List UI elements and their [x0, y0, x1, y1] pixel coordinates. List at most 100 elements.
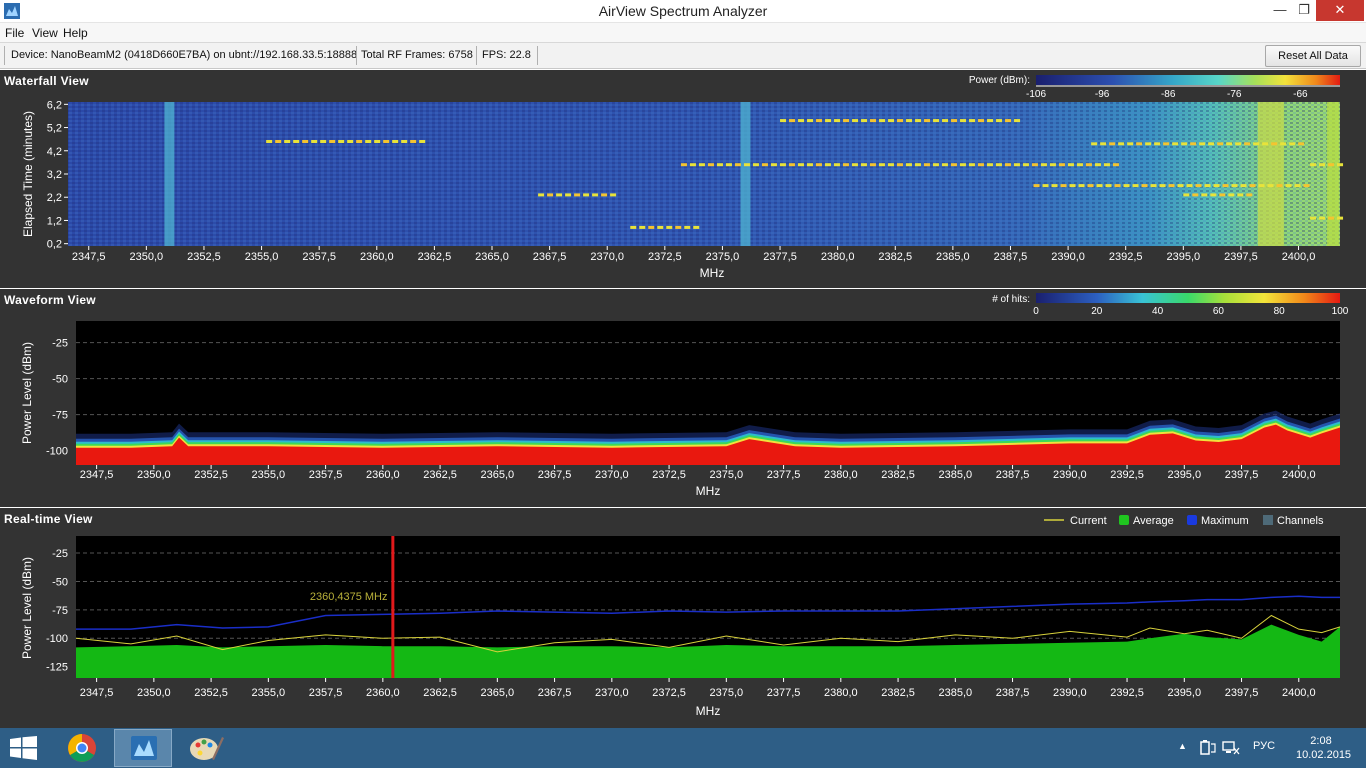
waterfall-hot-column [740, 102, 751, 246]
waterfall-signal-burst [675, 225, 682, 229]
hits-legend-tick: 100 [1332, 306, 1349, 317]
power-legend-tick: -76 [1227, 89, 1242, 100]
x-tick-label: 2397,5 [1224, 251, 1258, 263]
waterfall-signal-burst [906, 119, 913, 123]
waterfall-signal-burst [1177, 184, 1184, 188]
x-tick-label: 2372,5 [652, 469, 686, 481]
waterfall-signal-burst [1244, 142, 1251, 146]
waterfall-signal-burst [1328, 216, 1335, 220]
frequency-marker-label: 2360,4375 MHz [310, 591, 388, 603]
tray-expand-icon[interactable]: ▲ [1178, 741, 1187, 751]
legend-current[interactable]: Current [1070, 515, 1107, 527]
reset-all-data-button[interactable]: Reset All Data [1265, 45, 1361, 67]
minimize-button[interactable]: — [1268, 0, 1292, 21]
y-tick-label: 6,2 [47, 99, 62, 111]
waterfall-signal-burst [556, 193, 563, 197]
waterfall-signal-burst [798, 119, 805, 123]
waterfall-signal-burst [869, 163, 876, 167]
waterfall-signal-burst [547, 193, 554, 197]
waterfall-signal-burst [842, 163, 849, 167]
maximize-button[interactable]: ❐ [1292, 0, 1316, 21]
waterfall-signal-burst [365, 139, 372, 143]
waterfall-signal-burst [1190, 142, 1197, 146]
menu-help[interactable]: Help [63, 26, 88, 40]
waterfall-signal-burst [887, 163, 894, 167]
waterfall-signal-burst [329, 139, 336, 143]
taskbar-paint[interactable] [176, 729, 234, 767]
waterfall-signal-burst [1289, 142, 1296, 146]
x-tick-label: 2390,0 [1053, 687, 1087, 699]
waterfall-signal-burst [1103, 163, 1110, 167]
network-tray-icon[interactable] [1222, 740, 1240, 756]
waterfall-signal-burst [1141, 184, 1148, 188]
waterfall-signal-burst [1246, 193, 1253, 197]
taskbar-airview[interactable] [114, 729, 172, 767]
waterfall-signal-burst [1183, 193, 1190, 197]
x-tick-label: 2355,0 [252, 469, 286, 481]
waterfall-signal-burst [410, 139, 417, 143]
x-tick-label: 2355,0 [252, 687, 286, 699]
y-tick-label: -50 [52, 576, 68, 588]
waterfall-signal-burst [1049, 163, 1056, 167]
waterfall-signal-burst [861, 119, 868, 123]
waterfall-signal-burst [266, 139, 273, 143]
waterfall-signal-burst [959, 163, 966, 167]
close-button[interactable]: ✕ [1316, 0, 1364, 21]
waterfall-signal-burst [1168, 184, 1175, 188]
legend-maximum[interactable]: Maximum [1201, 515, 1249, 527]
waterfall-panel: Waterfall View Power (dBm): -106 -96 -86… [0, 70, 1366, 288]
x-tick-label: 2352,5 [194, 687, 228, 699]
power-tray-icon[interactable] [1198, 740, 1216, 756]
waterfall-signal-burst [852, 119, 859, 123]
waterfall-signal-burst [1100, 142, 1107, 146]
menu-view[interactable]: View [32, 26, 58, 40]
tray-clock[interactable]: 2:08 10.02.2015 [1296, 734, 1351, 762]
waterfall-signal-burst [1237, 193, 1244, 197]
waterfall-signal-burst [951, 119, 958, 123]
waterfall-signal-burst [978, 119, 985, 123]
windows-start-icon[interactable] [10, 736, 38, 760]
waterfall-signal-burst [1217, 142, 1224, 146]
waterfall-signal-burst [1087, 184, 1094, 188]
legend-average[interactable]: Average [1133, 515, 1174, 527]
legend-channels[interactable]: Channels [1277, 515, 1324, 527]
waterfall-signal-burst [968, 163, 975, 167]
realtime-y-label: Power Level (dBm) [20, 557, 34, 659]
x-tick-label: 2390,0 [1053, 469, 1087, 481]
waterfall-signal-burst [969, 119, 976, 123]
waterfall-signal-burst [834, 119, 841, 123]
x-tick-label: 2380,0 [824, 469, 858, 481]
waterfall-signal-burst [1060, 184, 1067, 188]
x-tick-label: 2350,0 [137, 469, 171, 481]
y-tick-label: 4,2 [47, 146, 62, 158]
waterfall-signal-burst [1192, 193, 1199, 197]
fps-value: FPS: 22.8 [482, 49, 531, 61]
realtime-panel: Real-time View Current Average Maximum C… [0, 508, 1366, 728]
x-tick-label: 2387,5 [994, 251, 1028, 263]
input-language[interactable]: РУС [1253, 740, 1275, 752]
waterfall-signal-burst [780, 119, 787, 123]
waterfall-signal-burst [574, 193, 581, 197]
waterfall-chart: Power (dBm): -106 -96 -86 -76 -66 6,2 5,2 4,2 3… [21, 75, 1344, 280]
menu-file[interactable]: File [5, 26, 24, 40]
waterfall-signal-burst [601, 193, 608, 197]
x-tick-label: 2392,5 [1110, 469, 1144, 481]
waterfall-signal-burst [657, 225, 664, 229]
waterfall-signal-burst [1208, 142, 1215, 146]
waterfall-signal-burst [684, 225, 691, 229]
waterfall-signal-burst [1337, 163, 1344, 167]
x-tick-label: 2377,5 [767, 469, 801, 481]
waterfall-signal-burst [1042, 184, 1049, 188]
waterfall-signal-burst [860, 163, 867, 167]
taskbar-chrome[interactable] [53, 729, 111, 767]
x-tick-label: 2370,0 [590, 251, 624, 263]
waterfall-signal-burst [648, 225, 655, 229]
waterfall-signal-burst [1096, 184, 1103, 188]
waterfall-signal-burst [338, 139, 345, 143]
waterfall-signal-burst [1109, 142, 1116, 146]
y-tick-label: -75 [52, 605, 68, 617]
power-legend-tick: -96 [1095, 89, 1110, 100]
waterfall-signal-burst [789, 119, 796, 123]
waterfall-signal-burst [356, 139, 363, 143]
waterfall-signal-burst [987, 119, 994, 123]
